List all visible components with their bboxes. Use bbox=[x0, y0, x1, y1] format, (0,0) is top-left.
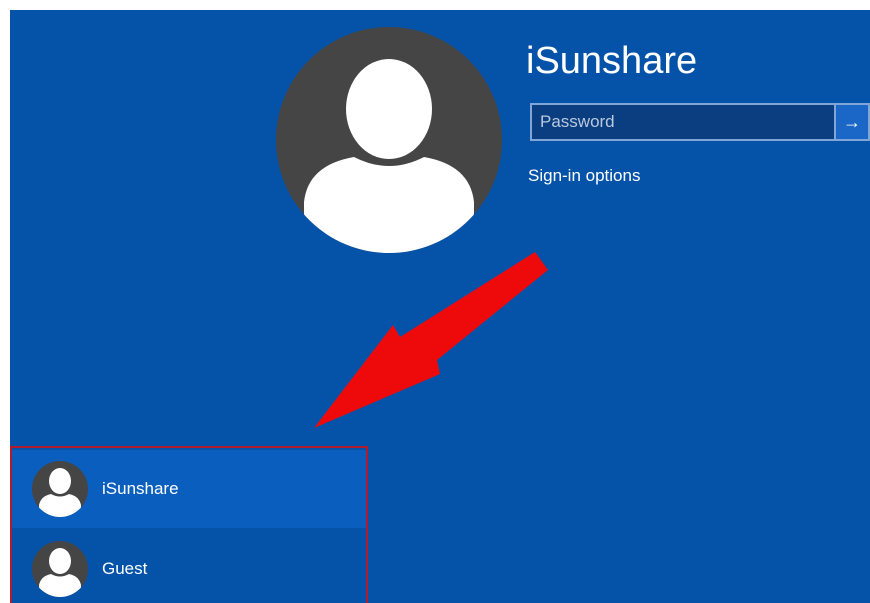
user-row-isunshare[interactable]: iSunshare bbox=[12, 450, 366, 528]
lock-screen: iSunshare → Sign-in options iSunshare Gu… bbox=[10, 10, 870, 603]
user-avatar-icon bbox=[32, 541, 88, 597]
user-row-guest[interactable]: Guest bbox=[12, 530, 366, 603]
user-name: iSunshare bbox=[102, 479, 179, 498]
user-list: iSunshare Guest bbox=[10, 446, 368, 603]
user-name: Guest bbox=[102, 559, 148, 578]
user-avatar-icon bbox=[32, 461, 88, 517]
